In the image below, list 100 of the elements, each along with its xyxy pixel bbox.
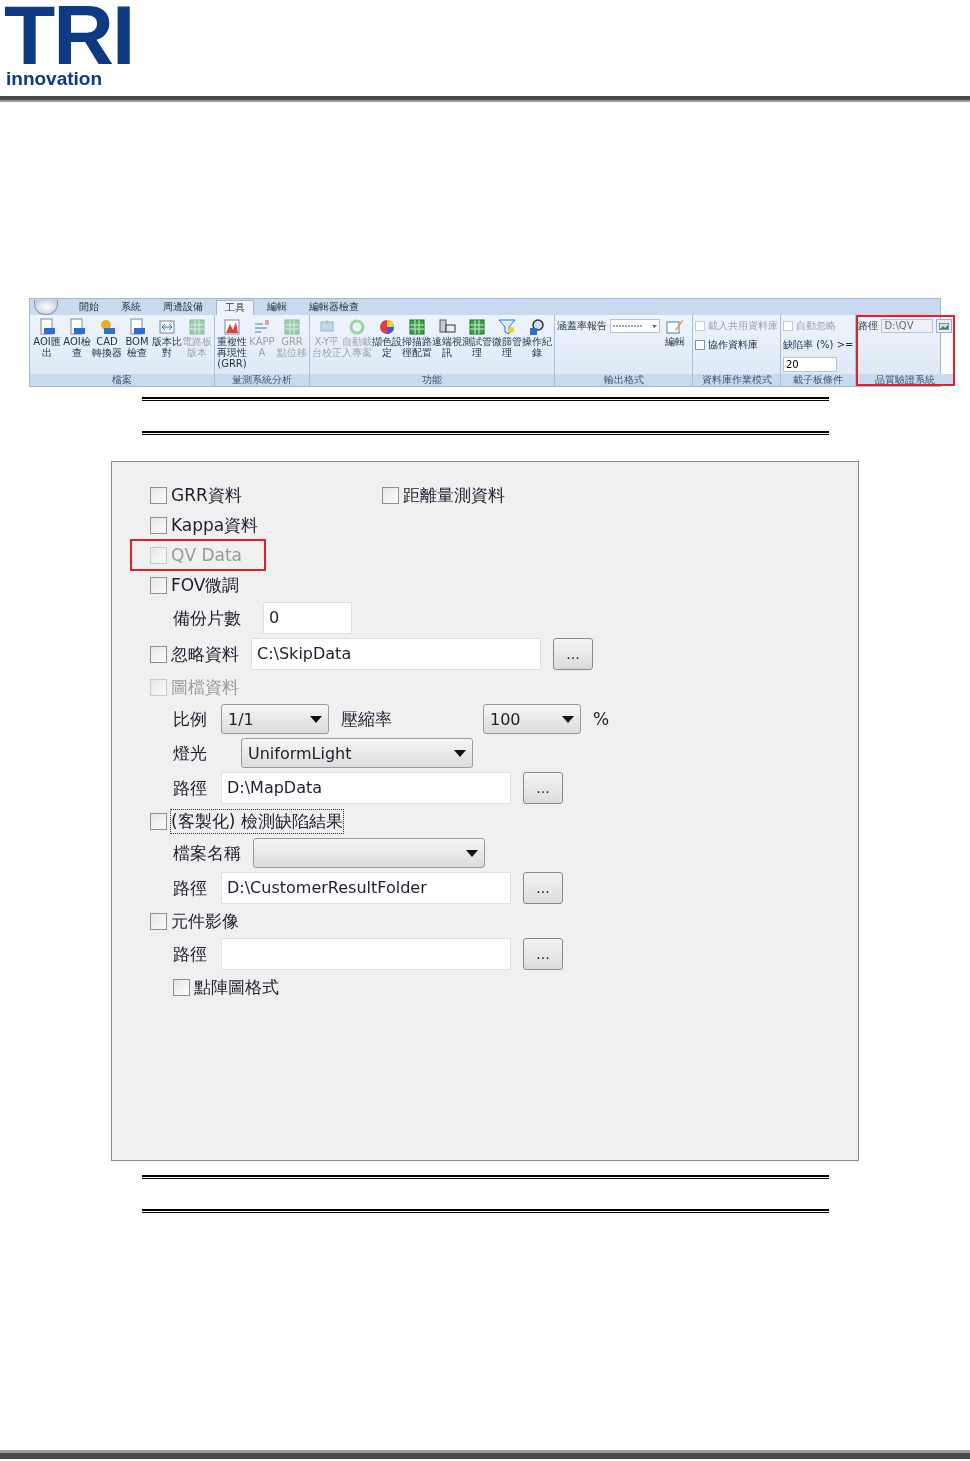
ribbon-tab[interactable]: 編輯 [258, 299, 296, 315]
browse-button[interactable]: ... [523, 872, 563, 904]
caret-icon [562, 715, 574, 723]
color-wheel-icon [378, 318, 396, 336]
checkbox-label: QV Data [171, 545, 242, 565]
dropdown[interactable] [253, 838, 485, 868]
grid-icon [188, 318, 206, 336]
checkbox[interactable] [173, 978, 190, 996]
document-icon [68, 318, 86, 336]
magnifier-icon [528, 318, 546, 336]
monitor-icon [438, 318, 456, 336]
checkbox[interactable] [150, 812, 167, 830]
group-title: 資料庫作業模式 [693, 374, 780, 386]
group-title: 量測系統分析 [215, 374, 309, 386]
checkbox[interactable] [150, 486, 167, 504]
ribbon-button[interactable]: AOI匯出 [32, 318, 62, 358]
group-title: 品質驗證系統 [856, 374, 955, 386]
grid-icon [468, 318, 486, 336]
ribbon-button[interactable]: BOM檢查 [122, 318, 152, 358]
checkbox-label: 忽略資料 [171, 642, 239, 666]
chart-icon [223, 318, 241, 336]
dashed-line [613, 325, 643, 327]
ribbon-tab[interactable]: 周邊設備 [154, 299, 212, 315]
checkbox-label: 載入共用資料庫 [708, 319, 778, 333]
checkbox-label: 自動忽略 [796, 319, 836, 333]
input-field[interactable]: D:\CustomerResultFolder [221, 872, 511, 904]
unit-label: % [593, 709, 610, 729]
input-field[interactable]: C:\SkipData [251, 638, 541, 670]
checkbox[interactable] [150, 912, 167, 930]
app-menu-button[interactable] [34, 300, 58, 315]
group-title: 輸出格式 [555, 374, 692, 386]
field-label: 路徑 [858, 319, 879, 333]
pencil-icon [666, 318, 684, 336]
browse-button[interactable]: ... [523, 938, 563, 970]
input-field[interactable] [221, 938, 511, 970]
report-label: 涵蓋率報告 [557, 319, 607, 333]
checkbox[interactable] [695, 340, 705, 350]
ribbon-button[interactable]: 重複性再現性(GRR) [217, 318, 247, 369]
caret-icon [652, 324, 657, 328]
field-label: 壓縮率 [341, 707, 393, 731]
ribbon-tab[interactable]: 編輯器檢查 [300, 299, 368, 315]
field-label: 比例 [173, 707, 208, 731]
checkbox[interactable] [150, 645, 167, 663]
ribbon-button[interactable]: 編輯 [660, 318, 690, 347]
input-field[interactable]: 0 [263, 602, 352, 634]
field-label: 路徑 [173, 876, 208, 900]
ribbon-button[interactable]: 遠端視訊 [432, 318, 462, 358]
ring-icon [348, 318, 366, 336]
report-dropdown[interactable] [610, 319, 660, 333]
checkbox-label: 圖檔資料 [171, 675, 239, 699]
grid-icon [283, 318, 301, 336]
ribbon-button[interactable]: 微篩管理 [492, 318, 522, 358]
checkbox-label: Kappa資料 [171, 513, 259, 537]
field-label: 檔案名稱 [173, 841, 241, 865]
logo: TRI [4, 2, 134, 68]
browse-button[interactable]: ... [523, 772, 563, 804]
image-icon [939, 322, 950, 330]
ribbon-button[interactable]: 掃描路徑配置 [402, 318, 432, 358]
logo-tagline: innovation [6, 68, 103, 90]
input-field[interactable]: 20 [783, 357, 837, 372]
caret-icon [310, 715, 322, 723]
dropdown[interactable]: 1/1 [221, 704, 329, 734]
ribbon-button[interactable]: 測試管理 [462, 318, 492, 358]
group-title: 檔案 [30, 374, 214, 386]
input-field[interactable]: D:\MapData [221, 772, 511, 804]
ribbon-tab[interactable]: 開始 [70, 299, 108, 315]
group-title: 載子板條件 [781, 374, 856, 386]
checkbox[interactable] [150, 576, 167, 594]
checkbox-label: 元件影像 [171, 909, 239, 933]
bars-icon [253, 318, 271, 336]
ribbon-tab[interactable]: 系統 [112, 299, 150, 315]
checkbox-label: GRR資料 [171, 483, 242, 507]
checkbox[interactable] [382, 486, 399, 504]
field-label: 備份片數 [173, 606, 242, 630]
caret-icon [466, 849, 478, 857]
grid-icon [408, 318, 426, 336]
ribbon-button[interactable]: 版本比對 [152, 318, 182, 358]
field-label: 燈光 [173, 741, 208, 765]
ribbon-tab[interactable]: 工具 [216, 300, 254, 315]
field-label: 路徑 [173, 942, 208, 966]
checkbox-label: FOV微調 [171, 573, 240, 597]
checkbox-label: 點陣圖格式 [194, 975, 279, 999]
funnel-icon [498, 318, 516, 336]
group-title: 功能 [310, 374, 554, 386]
dropdown[interactable]: UniformLight [241, 738, 473, 768]
checkbox-label: (客製化) 檢測缺陷結果 [171, 809, 343, 833]
ribbon-button[interactable]: AOI檢查 [62, 318, 92, 358]
browse-button[interactable]: ... [553, 638, 593, 670]
field-label: 路徑 [173, 776, 208, 800]
document-icon [38, 318, 56, 336]
dropdown[interactable]: 100 [483, 704, 581, 734]
path-field[interactable]: D:\QV [881, 319, 934, 333]
ribbon-button[interactable]: 擷色設定 [372, 318, 402, 358]
browse-button[interactable] [936, 319, 953, 333]
ribbon-button[interactable]: 操作紀錄 [522, 318, 552, 358]
checkbox-label: 距離量測資料 [403, 483, 505, 507]
checkbox[interactable] [150, 516, 167, 534]
checkbox-label: 協作資料庫 [708, 338, 758, 352]
caret-icon [454, 749, 466, 757]
ribbon-button[interactable]: CAD轉換器 [92, 318, 122, 358]
